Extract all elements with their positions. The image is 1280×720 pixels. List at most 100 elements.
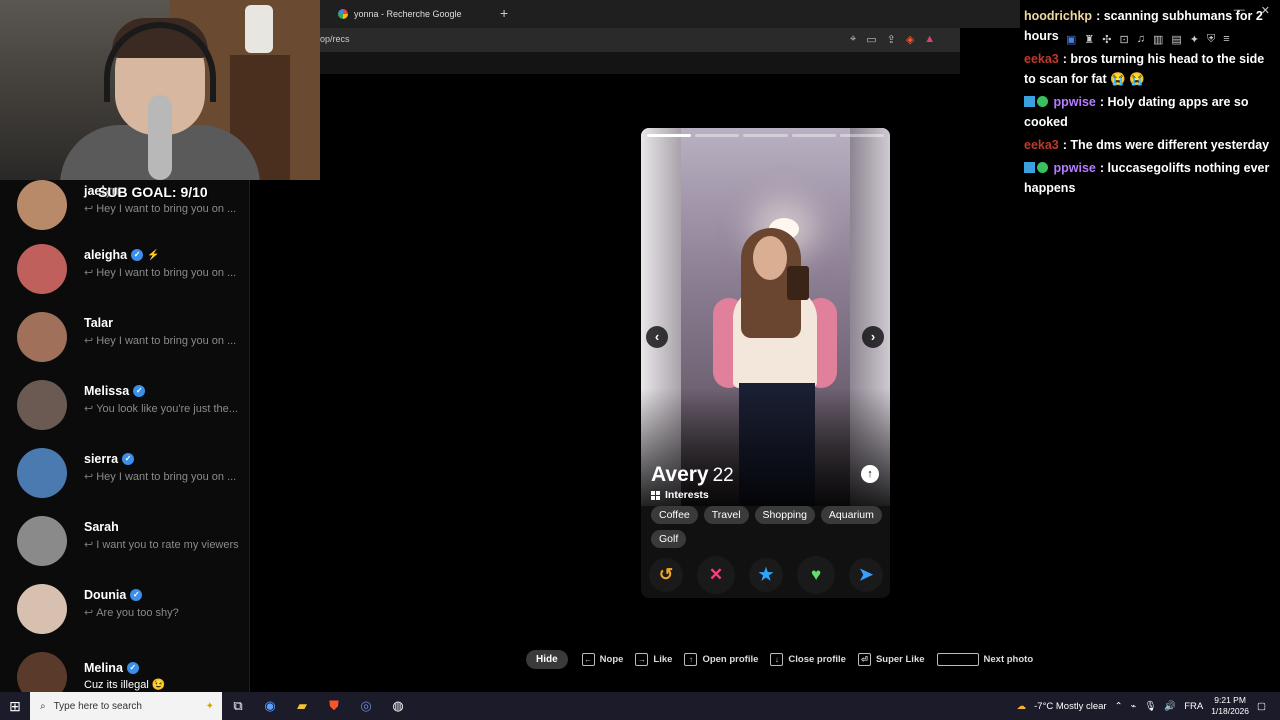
photo-progress-segment xyxy=(743,134,788,137)
location-icon[interactable]: ⌖ xyxy=(850,33,856,46)
conversation-preview: Are you too shy? xyxy=(96,607,179,619)
clock-date: 1/18/2026 xyxy=(1211,706,1250,716)
interests-icon xyxy=(651,490,660,500)
avatar xyxy=(17,244,67,294)
conversation-name: Sarah xyxy=(84,520,119,534)
discord-icon[interactable]: ◎ xyxy=(350,698,382,714)
chat-message: eeka3: The dms were different yesterday xyxy=(1024,138,1270,152)
language-indicator[interactable]: FRA xyxy=(1184,701,1203,712)
chat-text: The dms were different yesterday xyxy=(1070,138,1270,152)
rewind-button[interactable]: ↺ xyxy=(649,558,683,592)
messages-list: jaelyn ↩ Hey I want to bring you on ... a… xyxy=(0,180,250,692)
next-photo-button[interactable]: › xyxy=(862,326,884,348)
conversation-item[interactable]: Sarah ↩ I want you to rate my viewers xyxy=(0,516,249,584)
volume-icon[interactable]: 🔊 xyxy=(1164,701,1176,712)
conversation-name: sierra xyxy=(84,452,119,466)
conversation-name: Talar xyxy=(84,316,113,330)
clock[interactable]: 9:21 PM 1/18/2026 xyxy=(1211,695,1249,717)
network-icon[interactable]: ⌁ xyxy=(1131,701,1137,712)
conversation-item[interactable]: Talar ↩ Hey I want to bring you on ... xyxy=(0,312,249,380)
install-icon[interactable]: ▭ xyxy=(866,33,876,46)
reply-arrow-icon: ↩ xyxy=(84,471,94,483)
star-icon: ★ xyxy=(758,565,774,584)
heart-icon: ♥ xyxy=(810,565,822,584)
conversation-name: Melissa xyxy=(84,384,130,398)
brave-shield-icon[interactable]: ◈ xyxy=(906,33,914,46)
conversation-name: Melina xyxy=(84,661,123,675)
conversation-preview: Hey I want to bring you on ... xyxy=(96,335,237,347)
task-view-icon[interactable]: ⧉ xyxy=(222,698,254,714)
send-icon: ➤ xyxy=(858,565,874,584)
interest-tags: Coffee Travel Shopping Aquarium Golf xyxy=(651,506,883,548)
interest-tag: Aquarium xyxy=(820,506,882,524)
interests-label: Interests xyxy=(665,489,709,501)
avatar xyxy=(17,448,67,498)
reply-arrow-icon: ↩ xyxy=(84,335,94,347)
hide-shortcuts-button[interactable]: Hide xyxy=(526,649,568,669)
shortcuts-bar: Hide ← Nope → Like ↑ Open profile ↓ Close pr… xyxy=(526,649,1037,669)
conversation-item[interactable]: aleigha ✓ ⚡ ↩ Hey I want to bring you on ..… xyxy=(0,244,249,312)
chat-text: bros turning his head to the side to sca… xyxy=(1024,52,1265,86)
chat-message: ppwise: Holy dating apps are so cooked xyxy=(1024,95,1249,129)
open-profile-button[interactable]: ↑ xyxy=(861,465,879,483)
conversation-preview: Cuz its illegal 😉 xyxy=(84,679,166,691)
photo-progress-segment xyxy=(839,134,885,137)
shortcut-open-profile: ↑ Open profile xyxy=(684,652,758,666)
windows-start-icon[interactable]: ⊞ xyxy=(0,698,30,715)
brave-browser-icon[interactable]: ⛊ xyxy=(318,698,350,714)
conversation-preview: Hey I want to bring you on ... xyxy=(96,471,237,483)
verified-icon: ✓ xyxy=(130,589,143,601)
conversation-item[interactable]: Melina ✓ Cuz its illegal 😉 xyxy=(0,652,249,692)
sparkle-badge-icon xyxy=(1037,96,1048,107)
conversation-preview: Hey I want to bring you on ... xyxy=(96,203,237,215)
chat-overlay: hoodrichkp: scanning subhumans for 2 hou… xyxy=(1018,0,1280,210)
taskbar-search[interactable]: ⌕ Type here to search ✦ xyxy=(30,692,222,720)
obs-icon[interactable]: ◍ xyxy=(382,698,414,714)
browser-toolbar xyxy=(320,52,960,74)
microphone-icon[interactable]: 🎙 xyxy=(1144,701,1156,712)
conversation-item[interactable]: Dounia ✓ ↩ Are you too shy? xyxy=(0,584,249,652)
interest-tag: Coffee xyxy=(651,506,698,524)
avatar xyxy=(17,312,67,362)
share-icon[interactable]: ⇪ xyxy=(887,33,896,46)
conversation-name: Dounia xyxy=(84,588,127,602)
clock-time: 9:21 PM xyxy=(1214,695,1246,705)
chevron-up-icon[interactable]: ⌃ xyxy=(1115,701,1123,712)
boost-button[interactable]: ➤ xyxy=(849,558,883,592)
tab-title: yonna - Recherche Google xyxy=(354,9,462,19)
rewind-icon: ↺ xyxy=(658,565,674,584)
shortcut-like: → Like xyxy=(635,652,672,666)
file-explorer-icon[interactable]: ▰ xyxy=(286,698,318,714)
super-like-button[interactable]: ★ xyxy=(749,558,783,592)
like-button[interactable]: ♥ xyxy=(797,556,835,594)
premium-icon: ⚡ xyxy=(147,249,160,261)
reply-arrow-icon: ↩ xyxy=(84,403,94,415)
up-arrow-key-icon: ↑ xyxy=(684,652,698,666)
space-key-icon xyxy=(936,652,979,666)
enter-key-icon: ⏎ xyxy=(857,652,871,666)
profile-card[interactable]: ‹ › Avery 22 ↑ Interests Coffee Travel Sh… xyxy=(641,128,890,598)
webcam-overlay xyxy=(0,0,320,180)
previous-photo-button[interactable]: ‹ xyxy=(646,326,668,348)
weather-text: -7°C Mostly clear xyxy=(1034,700,1107,712)
conversation-item[interactable]: sierra ✓ ↩ Hey I want to bring you on ... xyxy=(0,448,249,516)
notification-icon[interactable]: ▢ xyxy=(1257,701,1266,712)
chat-username: ppwise xyxy=(1053,95,1096,109)
taskbar: ⊞ ⌕ Type here to search ✦ ⧉ ◉ ▰ ⛊ ◎ ◍ ☁ … xyxy=(0,692,1280,720)
conversation-item[interactable]: Melissa ✓ ↩ You look like you're just the.… xyxy=(0,380,249,448)
weather-icon: ☁ xyxy=(1016,700,1027,712)
shortcut-close-profile: ↓ Close profile xyxy=(770,652,846,666)
copilot-icon[interactable]: ◉ xyxy=(254,698,286,714)
browser-tab[interactable]: yonna - Recherche Google xyxy=(328,4,490,24)
nope-button[interactable]: ✕ xyxy=(697,556,735,594)
chat-username: hoodrichkp xyxy=(1024,9,1093,23)
google-icon xyxy=(338,9,348,19)
brave-rewards-icon[interactable]: ▲ xyxy=(924,33,935,46)
shortcut-nope: ← Nope xyxy=(581,652,623,666)
new-tab-button[interactable]: + xyxy=(500,5,508,21)
profile-photo[interactable]: ‹ › xyxy=(641,128,890,506)
avatar xyxy=(17,652,67,692)
verified-icon: ✓ xyxy=(131,249,144,261)
action-bar: ↺ ✕ ★ ♥ ➤ xyxy=(649,556,883,594)
verified-icon: ✓ xyxy=(126,662,139,674)
